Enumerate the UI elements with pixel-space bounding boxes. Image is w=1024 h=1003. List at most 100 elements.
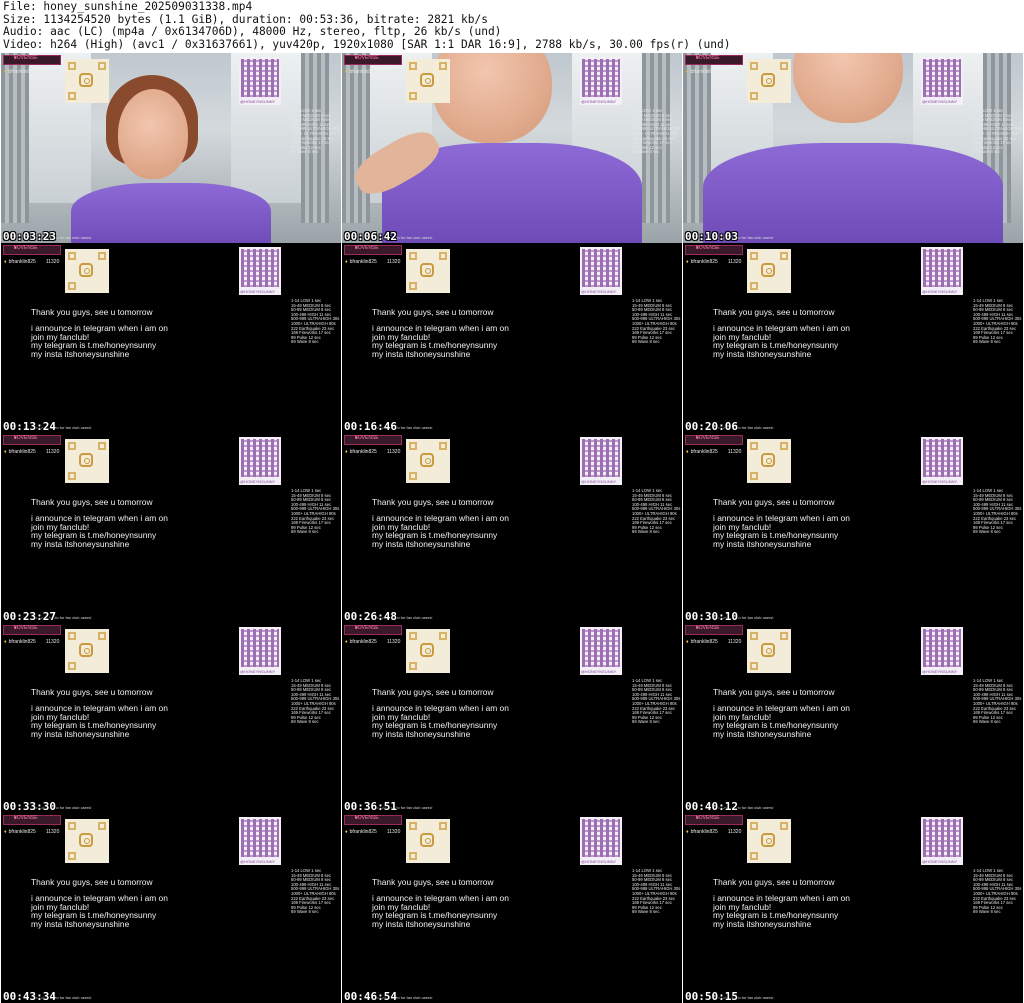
tip-menu-item: 69 Wave 8 sec [291,339,319,345]
qr-handle: @HONEYNSUNNY [922,479,958,484]
qr-handle: @HONEYNSUNNY [922,669,958,674]
telegram-qr-code: @HONEYNSUNNY [580,627,622,675]
thank-you-message: Thank you guys, see u tomorrow [713,307,835,317]
instagram-qr-code [65,819,109,863]
instagram-icon [420,263,434,277]
qr-handle: @HONEYNSUNNY [240,859,276,864]
announcement-message: i announce in telegram when i am on join … [713,894,850,928]
top-tipper: ♦ bfranklin825 11320 [4,69,59,75]
tipper-name: bfranklin825 [690,829,718,835]
video-scene [683,53,1023,243]
announcement-line: my insta itshoneysunshine [713,728,812,739]
diamond-icon: ♦ [686,69,689,75]
tip-menu-item: 69 Wave 8 sec [632,149,660,155]
curtain [1,53,29,223]
diamond-icon: ♦ [686,259,689,265]
diamond-icon: ♦ [4,829,7,835]
lovense-bar: ♥ LOVENSE [3,55,61,65]
instagram-icon [420,453,434,467]
instagram-qr-code [747,249,791,293]
announcement-message: i announce in telegram when i am on join … [31,704,168,738]
qr-handle: @HONEYNSUNNY [240,289,276,294]
instagram-icon [761,263,775,277]
lovense-bar: ♥ LOVENSE [3,245,61,255]
lovense-bar: ♥ LOVENSE [685,815,743,825]
thank-you-message: Thank you guys, see u tomorrow [31,877,153,887]
announcement-message: i announce in telegram when i am on join … [31,514,168,548]
timestamp: 00:50:15 [685,990,738,1003]
tip-menu-item: 69 Wave 8 sec [632,529,660,535]
diamond-icon: ♦ [4,639,7,645]
lovense-label: LOVENSE [355,815,379,821]
lovense-label: LOVENSE [355,55,379,61]
telegram-qr-code: @HONEYNSUNNY [580,437,622,485]
thumbnail-frame: ♥ LOVENSE ♦ bfranklin825 11320 @HONEYNSUNNY 1-… [683,243,1023,433]
announcement-message: i announce in telegram when i am on join … [372,324,509,358]
instagram-qr-code [65,629,109,673]
tip-menu-item: 69 Wave 8 sec [973,149,1001,155]
tipper-name: bfranklin825 [349,639,377,645]
top-tipper: ♦ bfranklin825 11320 [345,639,400,645]
announcement-line: my insta itshoneysunshine [713,538,812,549]
thumbnail-frame: ♥ LOVENSE ♦ bfranklin825 11320 @HONEYNSUNNY 1-… [683,53,1023,243]
tipper-score: 11320 [386,829,401,835]
top-tipper: ♦ bfranklin825 11320 [686,829,741,835]
face [118,89,188,179]
lovense-bar: ♥ LOVENSE [3,625,61,635]
tipper-score: 11320 [45,639,60,645]
announcement-message: i announce in telegram when i am on join … [713,704,850,738]
tipper-score: 11320 [386,639,401,645]
thumbnail-frame: ♥ LOVENSE ♦ bfranklin825 11320 @HONEYNSUNNY 1-… [1,433,341,623]
tipper-name: bfranklin825 [690,259,718,265]
instagram-icon [761,453,775,467]
face [432,53,552,143]
qr-handle: @HONEYNSUNNY [240,479,276,484]
thank-you-message: Thank you guys, see u tomorrow [372,687,494,697]
thank-you-message: Thank you guys, see u tomorrow [31,307,153,317]
instagram-qr-code [406,819,450,863]
thumbnail-frame: ♥ LOVENSE ♦ bfranklin825 11320 @HONEYNSUNNY 1-… [1,53,341,243]
tipper-name: bfranklin825 [8,259,36,265]
announcement-line: my insta itshoneysunshine [31,348,130,359]
instagram-icon [761,643,775,657]
lovense-label: LOVENSE [696,815,720,821]
timestamp: 00:33:30 [3,800,56,813]
thumbnail-grid: ♥ LOVENSE ♦ bfranklin825 11320 @HONEYNSUNNY 1-… [1,53,1023,1003]
tip-menu-item: 69 Wave 8 sec [973,719,1001,725]
instagram-qr-code [65,59,109,103]
instagram-qr-code [65,439,109,483]
announcement-line: my insta itshoneysunshine [713,918,812,929]
qr-handle: @HONEYNSUNNY [581,99,617,104]
file-info-header: File: honey_sunshine_202509031338.mp4 Si… [3,0,1021,51]
instagram-icon [79,453,93,467]
top-tipper: ♦ bfranklin825 11320 [345,829,400,835]
tip-menu: 1-14 LOW 1 sec 15-49 MEDIUM 8 sec 50-99 ME… [291,298,339,345]
tip-menu: 1-14 LOW 1 sec 15-49 MEDIUM 8 sec 50-99 ME… [973,108,1021,155]
lovense-label: LOVENSE [355,625,379,631]
lovense-bar: ♥ LOVENSE [344,815,402,825]
tipper-name: bfranklin825 [690,69,718,75]
tip-menu-item: 69 Wave 8 sec [632,719,660,725]
tipper-score: 11320 [45,259,60,265]
file-name-line: File: honey_sunshine_202509031338.mp4 [3,0,253,13]
tip-menu-item: 69 Wave 8 sec [632,909,660,915]
tipper-score: 11320 [386,259,401,265]
announcement-message: i announce in telegram when i am on join … [31,894,168,928]
thank-you-message: Thank you guys, see u tomorrow [372,307,494,317]
tipper-name: bfranklin825 [349,259,377,265]
thank-you-message: Thank you guys, see u tomorrow [713,497,835,507]
tip-menu: 1-14 LOW 1 sec 15-49 MEDIUM 8 sec 50-99 ME… [973,868,1021,915]
lovense-bar: ♥ LOVENSE [685,625,743,635]
timestamp: 00:20:06 [685,420,738,433]
lovense-label: LOVENSE [14,55,38,61]
instagram-qr-code [406,59,450,103]
tip-menu: 1-14 LOW 1 sec 15-49 MEDIUM 8 sec 50-99 ME… [973,488,1021,535]
timestamp: 00:10:03 [685,230,738,243]
tipper-score: 11320 [45,449,60,455]
lovense-label: LOVENSE [14,245,38,251]
face [793,53,903,123]
thank-you-message: Thank you guys, see u tomorrow [372,877,494,887]
telegram-qr-code: @HONEYNSUNNY [921,247,963,295]
diamond-icon: ♦ [345,259,348,265]
tip-menu: 1-14 LOW 1 sec 15-49 MEDIUM 8 sec 50-99 ME… [632,108,680,155]
